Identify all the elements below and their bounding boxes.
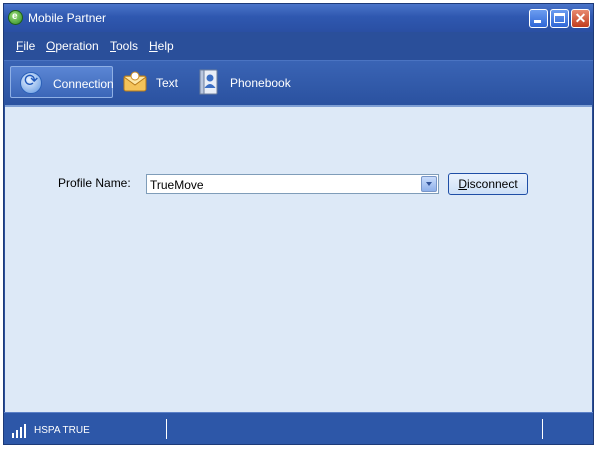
menu-operation[interactable]: Operation (46, 39, 99, 53)
maximize-icon (554, 13, 565, 23)
envelope-icon (123, 71, 147, 92)
phonebook-icon (199, 69, 218, 95)
connection-icon (20, 71, 42, 94)
phonebook-tab[interactable]: Phonebook (194, 66, 294, 98)
text-tab-label: Text (156, 76, 179, 90)
toolbar: Connection Text Phonebook (4, 60, 593, 106)
status-divider (166, 419, 167, 439)
minimize-button[interactable] (529, 9, 548, 28)
text-tab[interactable]: Text (120, 66, 190, 98)
status-divider (542, 419, 543, 439)
menu-bar: File Operation Tools Help (4, 32, 593, 60)
profile-name-label: Profile Name: (58, 176, 131, 190)
connection-tab-label: Connection (53, 77, 114, 91)
signal-strength-icon (12, 424, 30, 438)
app-icon: e (8, 10, 23, 25)
network-status: HSPA TRUE (34, 425, 90, 436)
connection-panel: Profile Name: TrueMove Disconnect (5, 105, 592, 412)
close-icon: ✕ (574, 10, 587, 26)
maximize-button[interactable] (550, 9, 569, 28)
disconnect-button[interactable]: Disconnect (448, 173, 528, 195)
minimize-icon (534, 20, 541, 23)
phonebook-tab-label: Phonebook (230, 76, 291, 90)
window-title: Mobile Partner (28, 11, 107, 25)
mobile-partner-window: e Mobile Partner ✕ File Operation Tools … (3, 3, 594, 445)
menu-help[interactable]: Help (149, 39, 174, 53)
status-bar: HSPA TRUE (4, 412, 593, 444)
chevron-down-icon[interactable] (421, 176, 437, 192)
menu-tools[interactable]: Tools (110, 39, 138, 53)
title-bar[interactable]: e Mobile Partner ✕ (4, 4, 593, 32)
menu-file[interactable]: File (16, 39, 35, 53)
profile-name-value: TrueMove (150, 178, 204, 192)
close-button[interactable]: ✕ (571, 9, 590, 28)
profile-name-select[interactable]: TrueMove (146, 174, 439, 194)
connection-tab[interactable]: Connection (10, 66, 114, 98)
